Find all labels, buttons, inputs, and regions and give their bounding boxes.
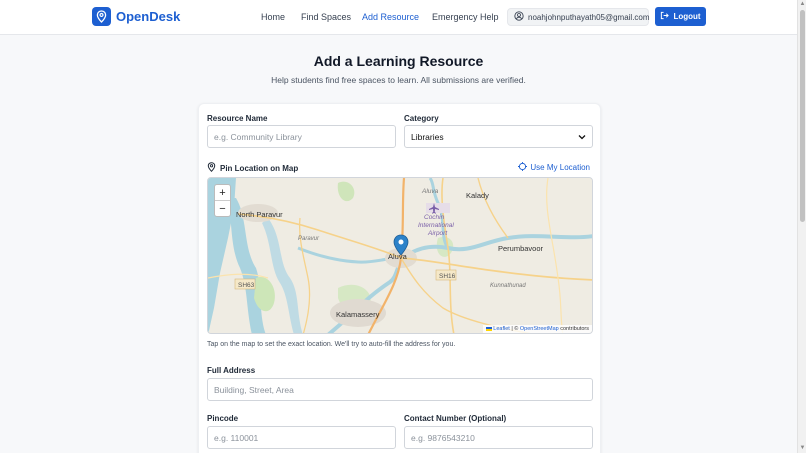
map-attribution: Leaflet | © OpenStreetMap contributors (482, 325, 592, 333)
user-menu[interactable]: noahjohnputhayath05@gmail.com (507, 8, 650, 26)
app-name: OpenDesk (116, 9, 181, 24)
user-email: noahjohnputhayath05@gmail.com (528, 12, 650, 22)
map-label-paravur: Paravur (298, 236, 320, 242)
full-address-label: Full Address (207, 366, 256, 375)
zoom-out-button[interactable]: − (215, 201, 230, 217)
scroll-down-icon[interactable]: ▼ (798, 444, 806, 453)
map-label-north-paravur: North Paravur (236, 210, 283, 219)
map-hint: Tap on the map to set the exact location… (207, 341, 456, 348)
scroll-up-icon[interactable]: ▲ (798, 0, 806, 9)
map-zoom-control: + − (214, 184, 231, 217)
attribution-suffix: contributors (560, 326, 589, 332)
pincode-input[interactable] (207, 426, 396, 449)
pin-location-label: Pin Location on Map (207, 162, 298, 174)
logout-label: Logout (673, 12, 701, 21)
chevron-down-icon (578, 132, 586, 142)
map-tiles: North Paravur Aluva Kalady Cochin Interna… (208, 178, 592, 333)
nav-add-resource[interactable]: Add Resource (362, 12, 419, 22)
pincode-label: Pincode (207, 414, 239, 423)
scroll-thumb[interactable] (800, 10, 805, 222)
category-label: Category (404, 114, 439, 123)
contact-input[interactable] (404, 426, 593, 449)
map-label-kalady: Kalady (466, 191, 489, 200)
category-select[interactable]: Libraries (404, 125, 593, 148)
map-label-sh16: SH16 (439, 273, 456, 280)
map-label-aluva: Aluva (388, 252, 408, 261)
osm-link[interactable]: OpenStreetMap (520, 326, 559, 332)
map-label-kunnathunad: Kunnathunad (490, 283, 526, 289)
nav-find-spaces[interactable]: Find Spaces (301, 12, 351, 22)
contact-label: Contact Number (Optional) (404, 414, 507, 423)
top-nav: OpenDesk Home Find Spaces Add Resource E… (0, 0, 797, 35)
logout-icon (660, 11, 670, 22)
leaflet-flag-icon (485, 326, 492, 331)
pin-location-text: Pin Location on Map (220, 163, 299, 173)
logo[interactable]: OpenDesk (92, 7, 180, 26)
page-subtitle: Help students find free spaces to learn.… (271, 75, 526, 85)
map-label-kalamassery: Kalamassery (336, 310, 380, 319)
page-title: Add a Learning Resource (313, 53, 484, 69)
resource-name-label: Resource Name (207, 114, 268, 123)
full-address-input[interactable] (207, 378, 593, 401)
map-label-perumbavoor: Perumbavoor (498, 244, 544, 253)
map-pin-icon (92, 7, 111, 26)
nav-emergency-help[interactable]: Emergency Help (432, 12, 499, 22)
crosshair-icon (518, 162, 528, 173)
use-my-location-button[interactable]: Use My Location (518, 162, 590, 173)
logout-button[interactable]: Logout (655, 7, 706, 26)
map-pin-icon (207, 162, 216, 174)
attribution-separator: | © (511, 326, 519, 332)
use-my-location-label: Use My Location (530, 163, 590, 172)
category-selected: Libraries (411, 131, 444, 142)
resource-name-input[interactable] (207, 125, 396, 148)
nav-home[interactable]: Home (261, 12, 285, 22)
map-label-sh63: SH63 (238, 282, 255, 289)
location-map[interactable]: North Paravur Aluva Kalady Cochin Interna… (207, 177, 593, 334)
resource-form: Resource Name Category Libraries Pin Loc… (198, 103, 601, 453)
leaflet-link[interactable]: Leaflet (493, 326, 510, 332)
map-label-aluva-top: Aluva (421, 188, 439, 195)
zoom-in-button[interactable]: + (215, 185, 230, 201)
page-scrollbar[interactable]: ▲ ▼ (797, 0, 806, 453)
user-circle-icon (514, 8, 524, 26)
